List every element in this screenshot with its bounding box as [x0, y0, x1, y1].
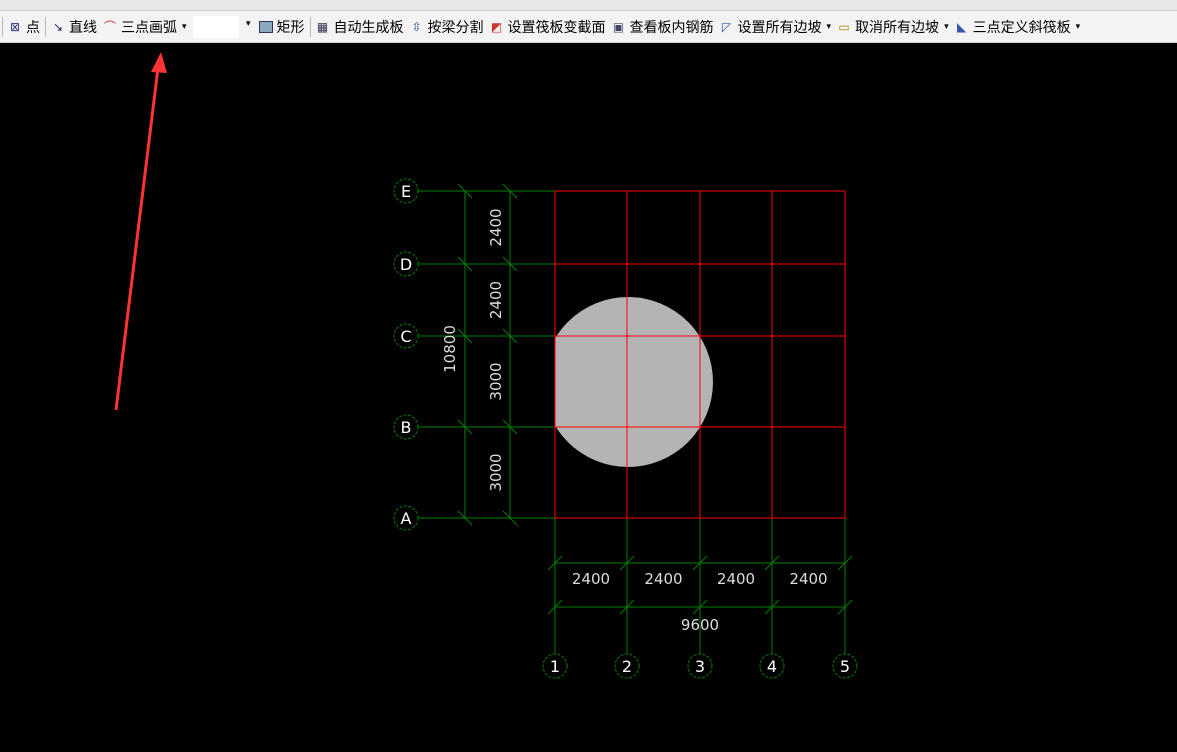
row-axis-label: E	[401, 182, 411, 201]
row-axis-label: B	[401, 418, 412, 437]
col-dimension-label: 2400	[789, 570, 827, 588]
col-axis-label: 4	[767, 657, 777, 676]
row-axis-label: D	[400, 255, 412, 274]
row-axis-label: A	[401, 509, 412, 528]
circular-slab-region	[555, 297, 713, 467]
arrow-head-icon	[151, 52, 167, 73]
cad-canvas[interactable]: E D C B A 1 2 3 4 5 2400 2400 3000 3000 10800 2400 2400 2…	[0, 0, 1177, 752]
col-axis-label: 1	[550, 657, 560, 676]
row-dimension-label: 3000	[487, 453, 505, 491]
row-axis-label: C	[400, 327, 411, 346]
col-axis-label: 5	[840, 657, 850, 676]
row-dimension-label: 2400	[487, 208, 505, 246]
annotation-arrow	[114, 67, 160, 411]
col-dimension-label: 2400	[717, 570, 755, 588]
col-total-dimension: 9600	[681, 616, 719, 634]
col-dimension-label: 2400	[572, 570, 610, 588]
row-dimension-label: 3000	[487, 362, 505, 400]
row-dimension-label: 2400	[487, 281, 505, 319]
col-axis-label: 3	[695, 657, 705, 676]
col-axis-label: 2	[622, 657, 632, 676]
col-dimension-label: 2400	[644, 570, 682, 588]
row-total-dimension: 10800	[441, 325, 459, 373]
